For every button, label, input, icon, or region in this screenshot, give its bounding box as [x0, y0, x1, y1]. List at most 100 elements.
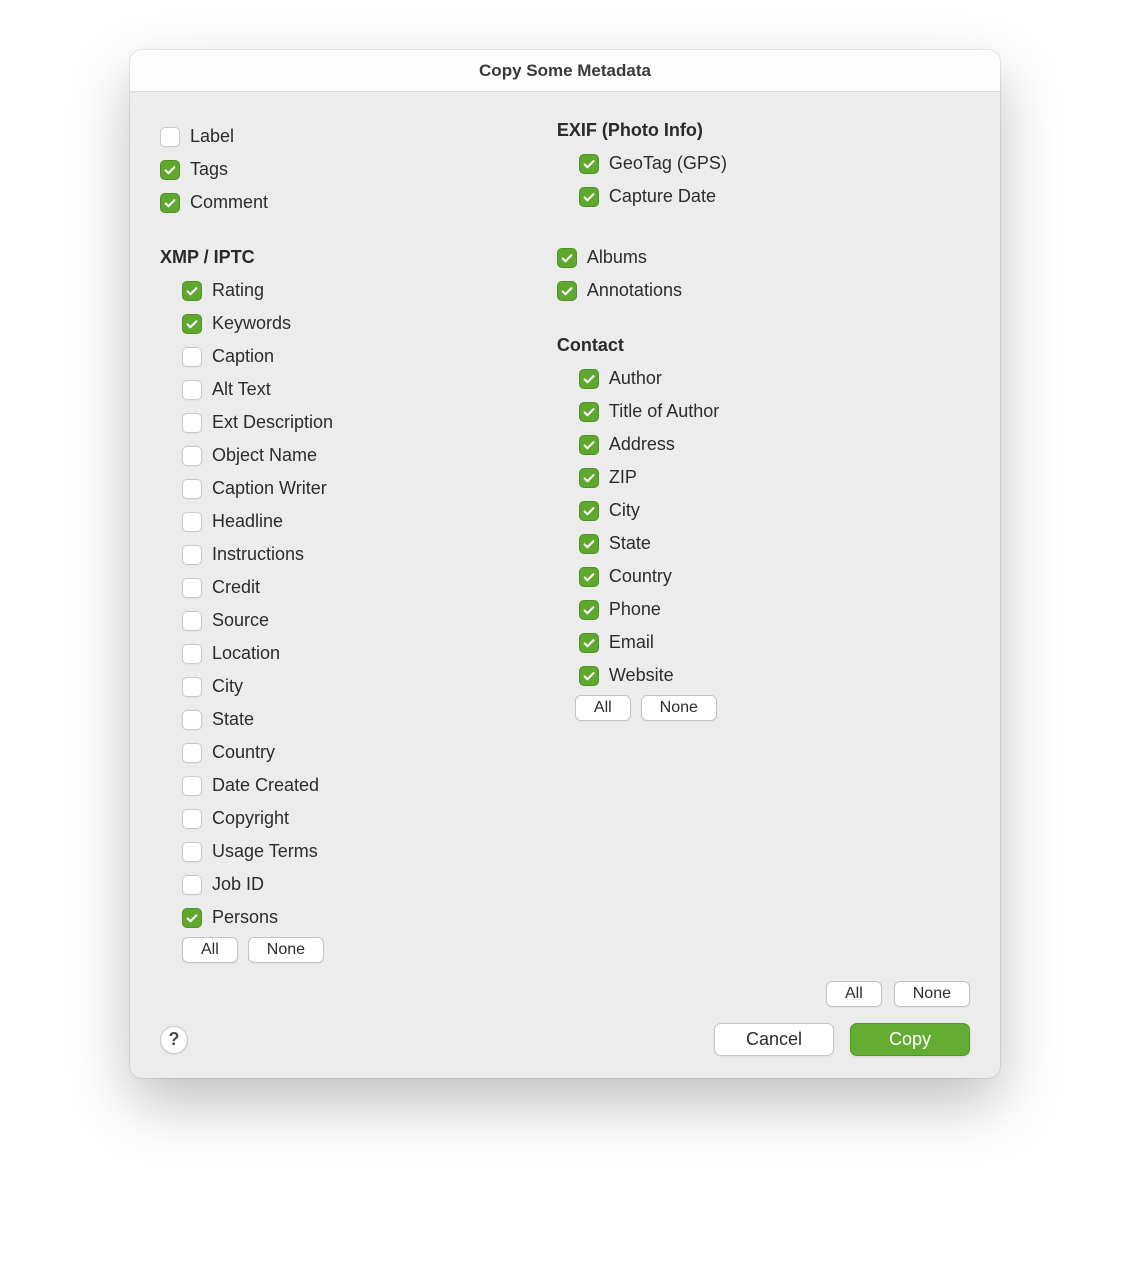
dialog-content: LabelTagsComment XMP / IPTC RatingKeywor…	[130, 92, 1000, 981]
checkbox-label-geotag: GeoTag (GPS)	[609, 153, 727, 174]
checkbox-label-address: Address	[609, 434, 675, 455]
checkbox-source[interactable]	[182, 611, 202, 631]
checkbox-geotag[interactable]	[579, 154, 599, 174]
checkbox-caption-writer[interactable]	[182, 479, 202, 499]
checkbox-label-date-created: Date Created	[212, 775, 319, 796]
checkbox-ext-description[interactable]	[182, 413, 202, 433]
xmp-all-button[interactable]: All	[182, 937, 238, 963]
checkmark-icon	[582, 603, 596, 617]
checkbox-label-tags: Tags	[190, 159, 228, 180]
dialog-title: Copy Some Metadata	[130, 50, 1000, 92]
checkbox-albums[interactable]	[557, 248, 577, 268]
checkbox-label-website: Website	[609, 665, 674, 686]
checkbox-label-albums: Albums	[587, 247, 647, 268]
checkbox-label-annotations: Annotations	[587, 280, 682, 301]
checkbox-label-label: Label	[190, 126, 234, 147]
checkbox-rating[interactable]	[182, 281, 202, 301]
checkbox-location[interactable]	[182, 644, 202, 664]
checkbox-city[interactable]	[182, 677, 202, 697]
checkbox-row-keywords: Keywords	[182, 307, 557, 340]
right-column: EXIF (Photo Info) GeoTag (GPS)Capture Da…	[557, 120, 970, 963]
checkbox-row-zip: ZIP	[579, 461, 970, 494]
checkbox-persons[interactable]	[182, 908, 202, 928]
checkbox-label-caption-writer: Caption Writer	[212, 478, 327, 499]
checkbox-caption[interactable]	[182, 347, 202, 367]
checkbox-label-author: Author	[609, 368, 662, 389]
xmp-none-button[interactable]: None	[248, 937, 324, 963]
checkbox-date-created[interactable]	[182, 776, 202, 796]
checkmark-icon	[582, 669, 596, 683]
checkbox-row-ext-description: Ext Description	[182, 406, 557, 439]
contact-none-button[interactable]: None	[641, 695, 717, 721]
cancel-button[interactable]: Cancel	[714, 1023, 834, 1056]
checkbox-label-job-id: Job ID	[212, 874, 264, 895]
checkbox-label[interactable]	[160, 127, 180, 147]
checkbox-row-comment: Comment	[160, 186, 557, 219]
checkbox-phone[interactable]	[579, 600, 599, 620]
checkmark-icon	[582, 405, 596, 419]
global-none-button[interactable]: None	[894, 981, 970, 1007]
checkbox-zip[interactable]	[579, 468, 599, 488]
checkbox-row-location: Location	[182, 637, 557, 670]
checkbox-row-albums: Albums	[557, 241, 970, 274]
checkbox-row-headline: Headline	[182, 505, 557, 538]
checkbox-comment[interactable]	[160, 193, 180, 213]
checkbox-author[interactable]	[579, 369, 599, 389]
checkbox-keywords[interactable]	[182, 314, 202, 334]
checkbox-job-id[interactable]	[182, 875, 202, 895]
checkbox-row-phone: Phone	[579, 593, 970, 626]
checkbox-row-contact-state: State	[579, 527, 970, 560]
checkbox-copyright[interactable]	[182, 809, 202, 829]
checkbox-title-of-author[interactable]	[579, 402, 599, 422]
global-all-button[interactable]: All	[826, 981, 882, 1007]
checkbox-row-object-name: Object Name	[182, 439, 557, 472]
checkbox-country[interactable]	[182, 743, 202, 763]
checkbox-email[interactable]	[579, 633, 599, 653]
checkbox-label-copyright: Copyright	[212, 808, 289, 829]
checkbox-address[interactable]	[579, 435, 599, 455]
checkbox-state[interactable]	[182, 710, 202, 730]
checkbox-annotations[interactable]	[557, 281, 577, 301]
checkbox-label-headline: Headline	[212, 511, 283, 532]
dialog-footer: All None ? Cancel Copy	[130, 981, 1000, 1078]
checkbox-label-country: Country	[212, 742, 275, 763]
contact-all-button[interactable]: All	[575, 695, 631, 721]
checkbox-label-title-of-author: Title of Author	[609, 401, 719, 422]
checkmark-icon	[582, 157, 596, 171]
checkbox-tags[interactable]	[160, 160, 180, 180]
checkbox-row-title-of-author: Title of Author	[579, 395, 970, 428]
checkbox-contact-country[interactable]	[579, 567, 599, 587]
help-button[interactable]: ?	[160, 1026, 188, 1054]
checkbox-row-alt-text: Alt Text	[182, 373, 557, 406]
checkbox-row-tags: Tags	[160, 153, 557, 186]
checkbox-capture-date[interactable]	[579, 187, 599, 207]
checkbox-contact-state[interactable]	[579, 534, 599, 554]
checkbox-label-usage-terms: Usage Terms	[212, 841, 318, 862]
checkbox-row-geotag: GeoTag (GPS)	[579, 147, 970, 180]
checkbox-row-persons: Persons	[182, 901, 557, 934]
checkbox-credit[interactable]	[182, 578, 202, 598]
checkbox-label-location: Location	[212, 643, 280, 664]
checkbox-label-phone: Phone	[609, 599, 661, 620]
left-column: LabelTagsComment XMP / IPTC RatingKeywor…	[160, 120, 557, 963]
checkbox-headline[interactable]	[182, 512, 202, 532]
checkbox-label-alt-text: Alt Text	[212, 379, 271, 400]
copy-button[interactable]: Copy	[850, 1023, 970, 1056]
checkmark-icon	[185, 911, 199, 925]
checkbox-row-contact-country: Country	[579, 560, 970, 593]
checkbox-usage-terms[interactable]	[182, 842, 202, 862]
checkbox-row-instructions: Instructions	[182, 538, 557, 571]
checkbox-website[interactable]	[579, 666, 599, 686]
checkbox-object-name[interactable]	[182, 446, 202, 466]
checkmark-icon	[582, 537, 596, 551]
checkbox-instructions[interactable]	[182, 545, 202, 565]
checkbox-label-state: State	[212, 709, 254, 730]
checkbox-label-caption: Caption	[212, 346, 274, 367]
checkmark-icon	[582, 471, 596, 485]
checkbox-row-caption-writer: Caption Writer	[182, 472, 557, 505]
checkbox-contact-city[interactable]	[579, 501, 599, 521]
checkbox-alt-text[interactable]	[182, 380, 202, 400]
checkmark-icon	[185, 317, 199, 331]
checkbox-label-ext-description: Ext Description	[212, 412, 333, 433]
xmp-iptc-heading: XMP / IPTC	[160, 247, 557, 268]
